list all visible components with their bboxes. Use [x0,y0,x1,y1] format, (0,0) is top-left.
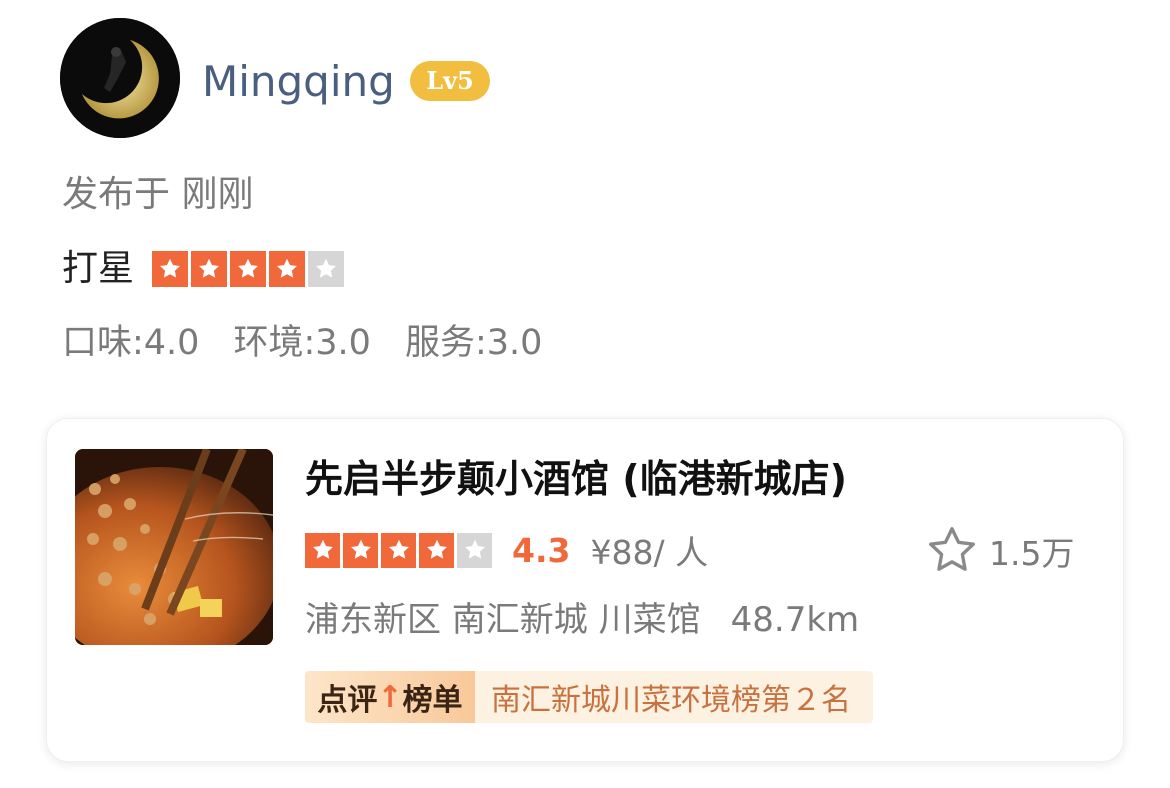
username[interactable]: Mingqing [202,52,395,112]
rating-label: 打星 [62,248,135,289]
shop-rating-row: 4.3 ¥88/ 人 [305,525,708,575]
environment-score: 环境:3.0 [233,323,371,363]
shop-score: 4.3 [512,530,571,570]
avatar[interactable] [60,18,180,138]
rank-badge[interactable]: 点评 ↑ 榜单 南汇新城川菜环境榜第２名 [305,671,873,723]
level-badge: Lv5 [410,61,490,101]
review-star-filled-icon [230,251,267,287]
shop-distance: 48.7km [730,600,860,640]
sub-scores: 口味:4.0 环境:3.0 服务:3.0 [62,318,542,368]
shop-location: 浦东新区 南汇新城 川菜馆 48.7km [305,595,859,645]
rank-text: 南汇新城川菜环境榜第２名 [475,671,873,723]
shop-star-filled-icon [343,532,378,568]
review-star-filled-icon [152,251,189,287]
shop-star-filled-icon [305,532,340,568]
rank-badge-suffix: 榜单 [402,683,463,718]
shop-star-rating [305,532,492,568]
moon-avatar-icon [60,18,180,138]
shop-star-filled-icon [419,532,454,568]
up-arrow-icon: ↑ [377,679,403,715]
service-score: 服务:3.0 [404,323,543,363]
star-outline-icon [929,527,975,571]
taste-score: 口味:4.0 [62,323,200,363]
rank-badge-prefix: 点评 [317,683,378,718]
review-star-filled-icon [269,251,306,287]
shop-thumbnail[interactable] [75,449,273,645]
food-photo-image [75,449,273,645]
rating-row: 打星 [62,244,345,294]
post-time: 发布于 刚刚 [62,174,254,215]
shop-price: ¥88/ 人 [590,533,709,572]
favorite-button[interactable]: 1.5万 [923,521,1074,581]
rank-badge-logo: 点评 ↑ 榜单 [305,671,475,723]
shop-star-empty-icon [457,532,492,568]
shop-card[interactable]: 先启半步颠小酒馆 (临港新城店) 4.3 ¥88/ 人 1.5万 浦东新区 南汇… [46,418,1124,762]
shop-area-category: 浦东新区 南汇新城 川菜馆 [305,600,701,640]
shop-star-filled-icon [381,532,416,568]
review-star-empty-icon [308,251,345,287]
favorite-count: 1.5万 [989,534,1075,573]
review-star-filled-icon [191,251,228,287]
shop-name[interactable]: 先启半步颠小酒馆 (临港新城店) [305,451,847,507]
review-star-rating [152,251,345,287]
